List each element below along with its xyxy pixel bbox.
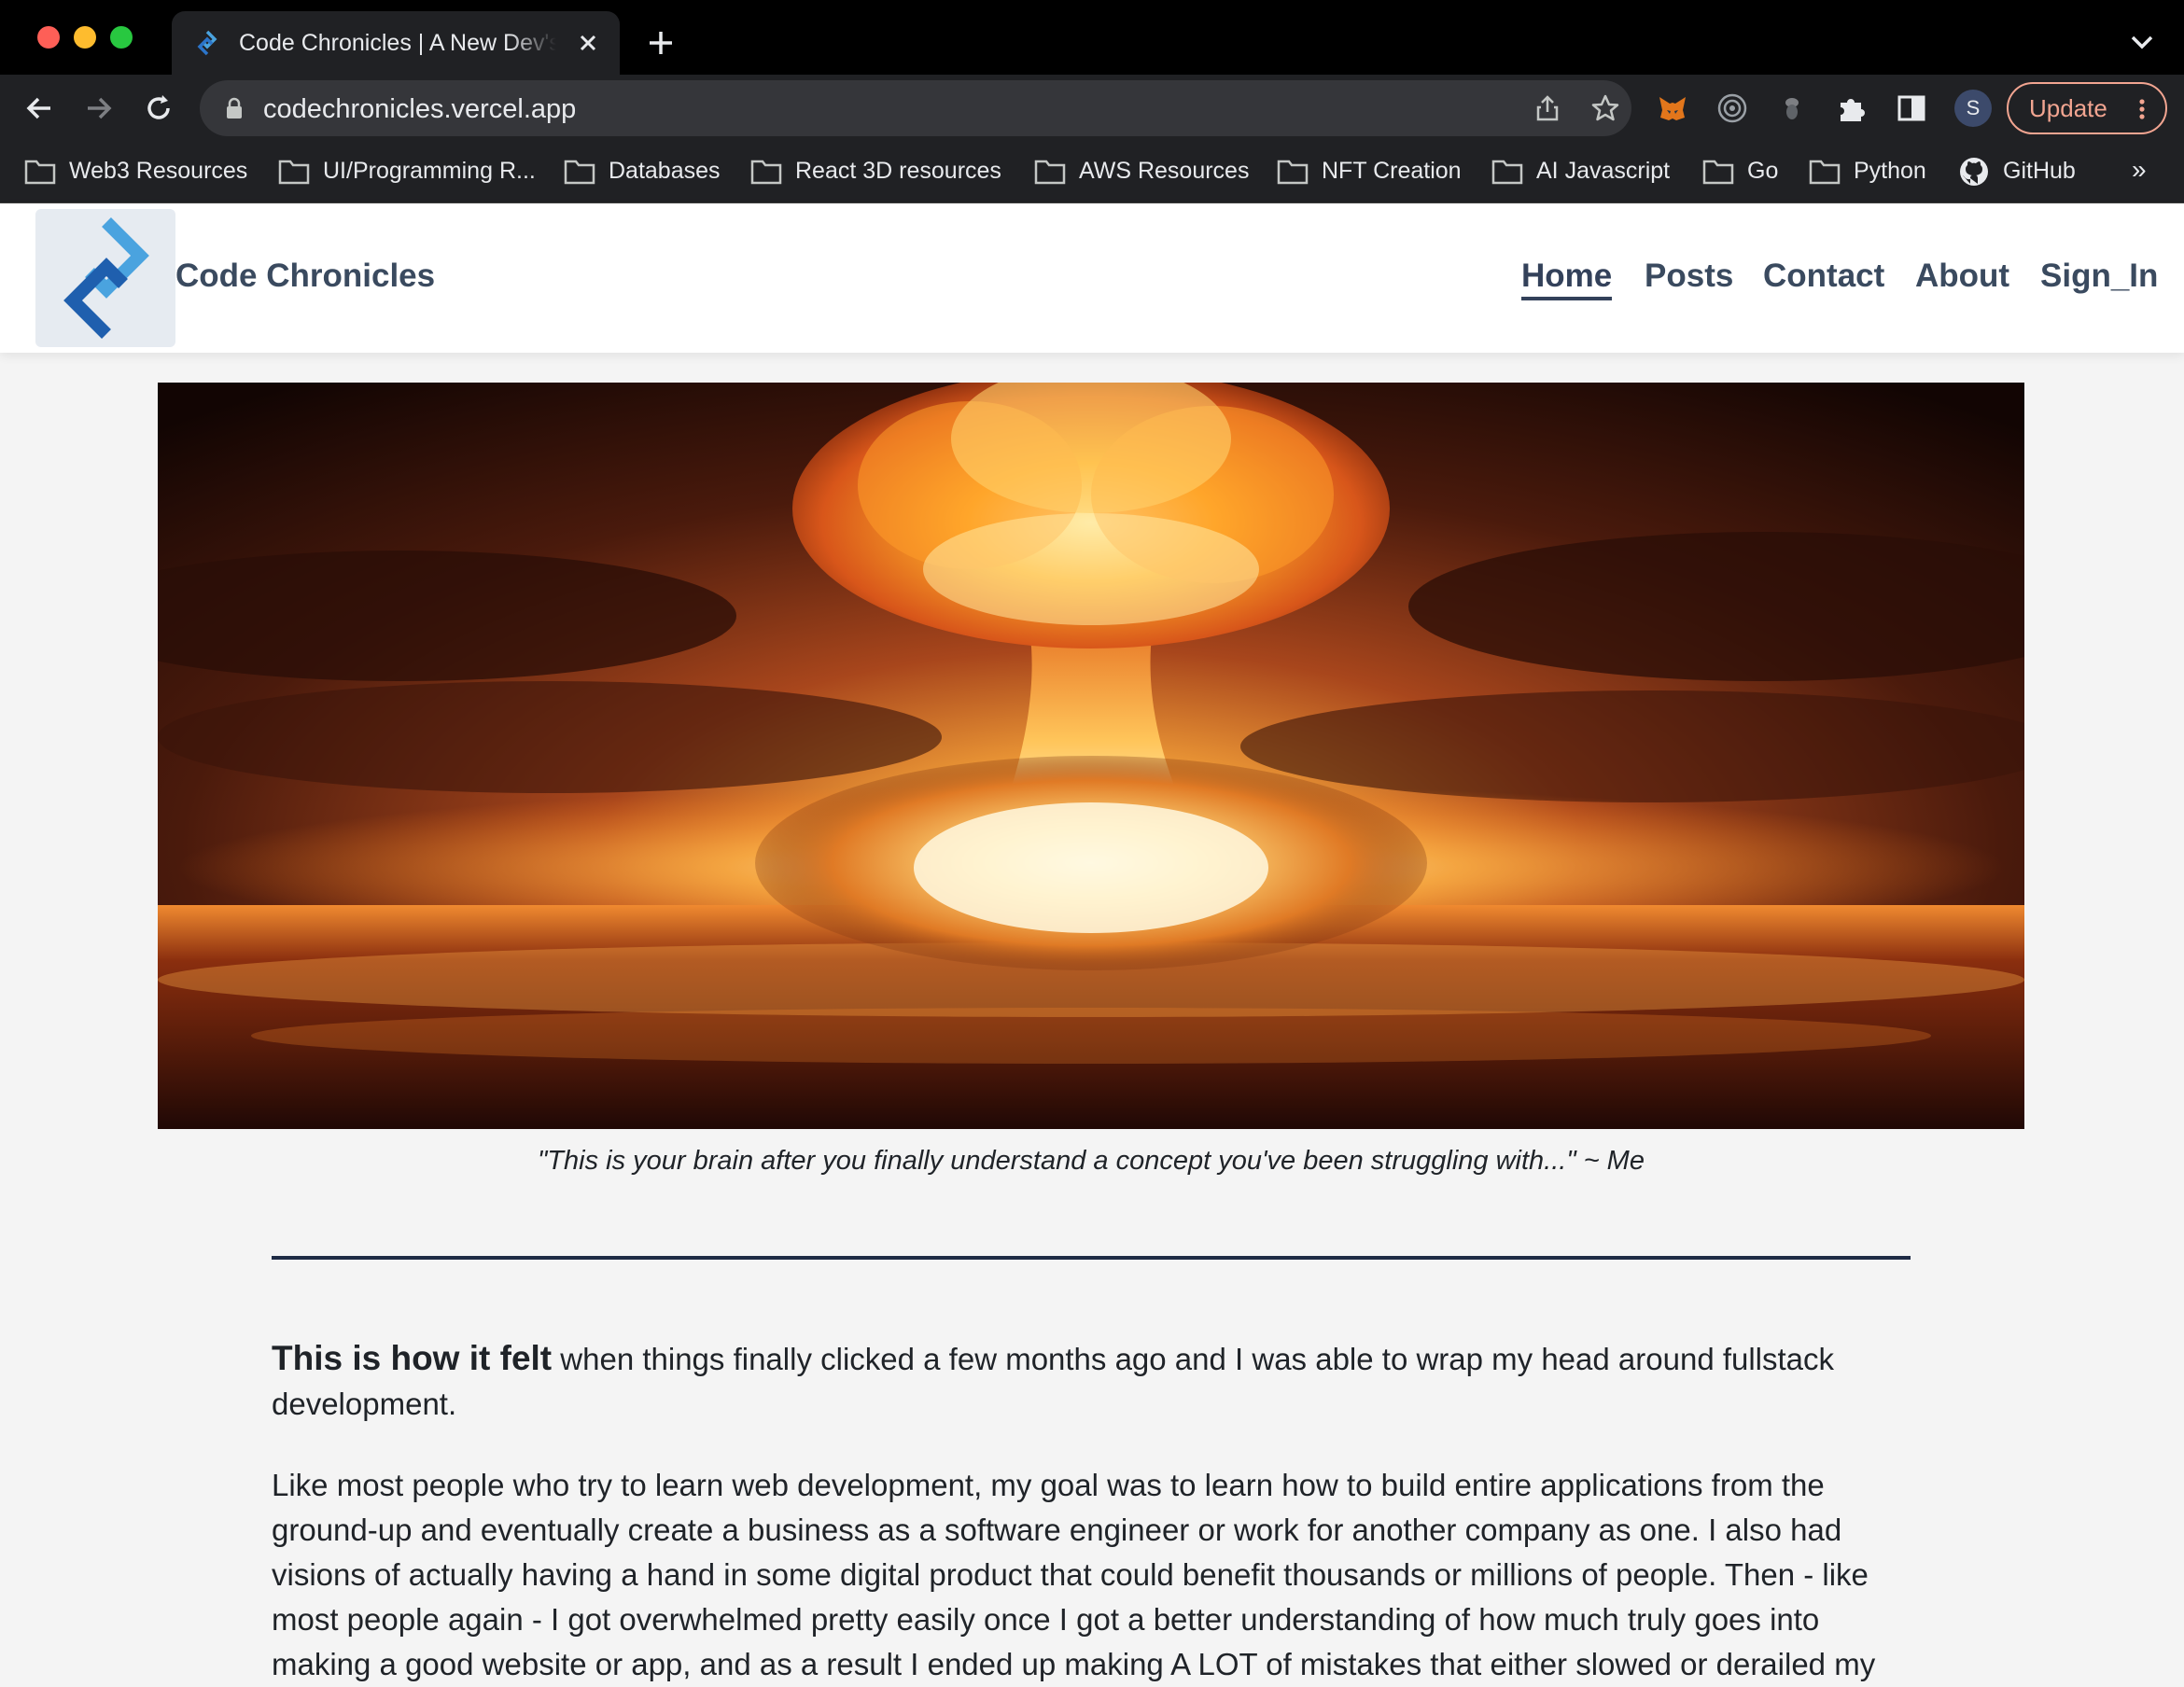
reload-icon[interactable] — [142, 91, 175, 125]
bookmark-label: AI Javascript — [1536, 158, 1671, 184]
acorn-extension-icon[interactable] — [1775, 91, 1809, 125]
site-favicon-icon — [197, 30, 217, 56]
article-paragraph: This is how it felt when things finally … — [272, 1336, 1914, 1427]
bookmarks-bar: Web3 Resources UI/Programming R... Datab… — [0, 142, 2184, 203]
bookmark-label: Web3 Resources — [69, 158, 248, 184]
section-divider — [272, 1256, 1911, 1260]
bookmarks-overflow-chevron[interactable]: » — [2132, 155, 2147, 185]
share-icon[interactable] — [1533, 93, 1562, 123]
nuclear-explosion-image — [158, 383, 2024, 1129]
bookmark-label: React 3D resources — [795, 158, 1001, 184]
back-arrow-icon[interactable] — [22, 91, 56, 125]
nav-home-link[interactable]: Home — [1521, 258, 1613, 300]
folder-icon — [564, 160, 595, 185]
github-icon — [1960, 158, 1988, 186]
new-tab-icon[interactable] — [644, 26, 678, 60]
bookmark-label: Python — [1854, 158, 1926, 184]
more-vertical-icon — [2139, 99, 2145, 119]
folder-icon — [1702, 160, 1734, 185]
maximize-window-button[interactable] — [110, 26, 133, 49]
close-tab-icon[interactable] — [575, 30, 601, 56]
browser-toolbar: codechronicles.vercel.app S Update — [0, 75, 2184, 142]
forward-arrow-icon[interactable] — [82, 91, 116, 125]
hero-image — [158, 383, 2024, 1129]
side-panel-icon[interactable] — [1895, 91, 1928, 125]
update-button-label: Update — [2029, 94, 2107, 122]
nav-contact-link[interactable]: Contact — [1763, 258, 1884, 295]
nav-about-link[interactable]: About — [1915, 258, 2009, 295]
folder-icon — [750, 160, 782, 185]
nav-sign-in-link[interactable]: Sign_In — [2040, 258, 2158, 295]
bookmark-label: NFT Creation — [1322, 158, 1462, 184]
image-caption: "This is your brain after you finally un… — [538, 1146, 1645, 1176]
lock-icon[interactable] — [224, 97, 245, 119]
address-bar-url[interactable]: codechronicles.vercel.app — [263, 94, 576, 125]
nav-posts-link[interactable]: Posts — [1645, 258, 1733, 295]
close-window-button[interactable] — [37, 26, 60, 49]
profile-avatar[interactable]: S — [1954, 90, 1992, 127]
bookmark-label: GitHub — [2003, 158, 2076, 184]
article-paragraph: Like most people who try to learn web de… — [272, 1468, 1876, 1681]
tab-search-chevron-icon[interactable] — [2128, 32, 2156, 52]
metamask-fox-icon[interactable] — [1656, 91, 1689, 125]
address-bar[interactable]: codechronicles.vercel.app — [200, 80, 1631, 136]
paragraph-lead: This is how it felt — [272, 1339, 553, 1377]
extensions-puzzle-icon[interactable] — [1835, 91, 1869, 125]
browser-tab-active[interactable]: Code Chronicles | A New Dev's — [172, 11, 620, 75]
bookmark-label: Go — [1747, 158, 1779, 184]
folder-icon — [24, 160, 56, 185]
tab-title: Code Chronicles | A New Dev's — [239, 30, 556, 56]
site-title[interactable]: Code Chronicles — [175, 258, 435, 295]
site-header: Code Chronicles Home Posts Contact About… — [0, 203, 2184, 353]
folder-icon — [1491, 160, 1523, 185]
minimize-window-button[interactable] — [74, 26, 96, 49]
bookmark-label: UI/Programming R... — [323, 158, 536, 184]
folder-icon — [278, 160, 310, 185]
bookmark-label: AWS Resources — [1079, 158, 1250, 184]
folder-icon — [1809, 160, 1841, 185]
bookmark-star-icon[interactable] — [1590, 93, 1620, 123]
site-logo[interactable] — [35, 209, 175, 347]
code-chronicles-logo-icon — [63, 217, 149, 339]
update-button[interactable]: Update — [2007, 82, 2167, 134]
target-extension-icon[interactable] — [1715, 91, 1749, 125]
browser-tab-strip: Code Chronicles | A New Dev's — [0, 0, 2184, 75]
bookmark-label: Databases — [609, 158, 721, 184]
folder-icon — [1034, 160, 1066, 185]
folder-icon — [1277, 160, 1309, 185]
